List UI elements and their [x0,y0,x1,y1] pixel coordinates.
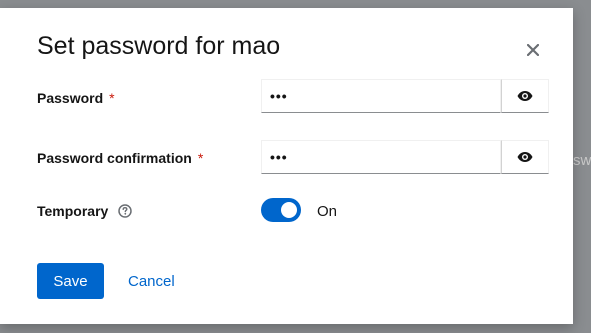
password-confirmation-input-group: ••• [261,140,549,174]
temporary-toggle-state: On [317,203,338,220]
cancel-button[interactable]: Cancel [120,263,183,299]
help-icon[interactable] [118,204,133,218]
eye-icon [517,152,533,162]
close-button[interactable] [521,38,545,62]
password-label-text: Password [37,90,104,106]
required-indicator: * [197,150,204,166]
save-button[interactable]: Save [37,263,104,299]
password-confirmation-label-text: Password confirmation [37,150,192,166]
background-partial-text: swo [573,152,591,169]
temporary-toggle[interactable] [261,198,301,222]
temporary-label: Temporary [37,203,133,219]
toggle-knob [281,202,297,218]
password-confirmation-label: Password confirmation * [37,150,203,166]
show-password-button[interactable] [501,79,549,113]
password-label: Password * [37,90,115,106]
required-indicator: * [109,90,115,106]
password-input-group: ••• [261,79,549,113]
show-password-confirmation-button[interactable] [501,140,549,174]
password-confirmation-input[interactable]: ••• [261,140,501,174]
close-icon [527,44,539,56]
password-input[interactable]: ••• [261,79,501,113]
set-password-dialog: Set password for mao Password * ••• Passw… [0,8,573,324]
eye-icon [517,91,533,101]
dialog-title: Set password for mao [37,32,281,60]
temporary-label-text: Temporary [37,203,109,219]
